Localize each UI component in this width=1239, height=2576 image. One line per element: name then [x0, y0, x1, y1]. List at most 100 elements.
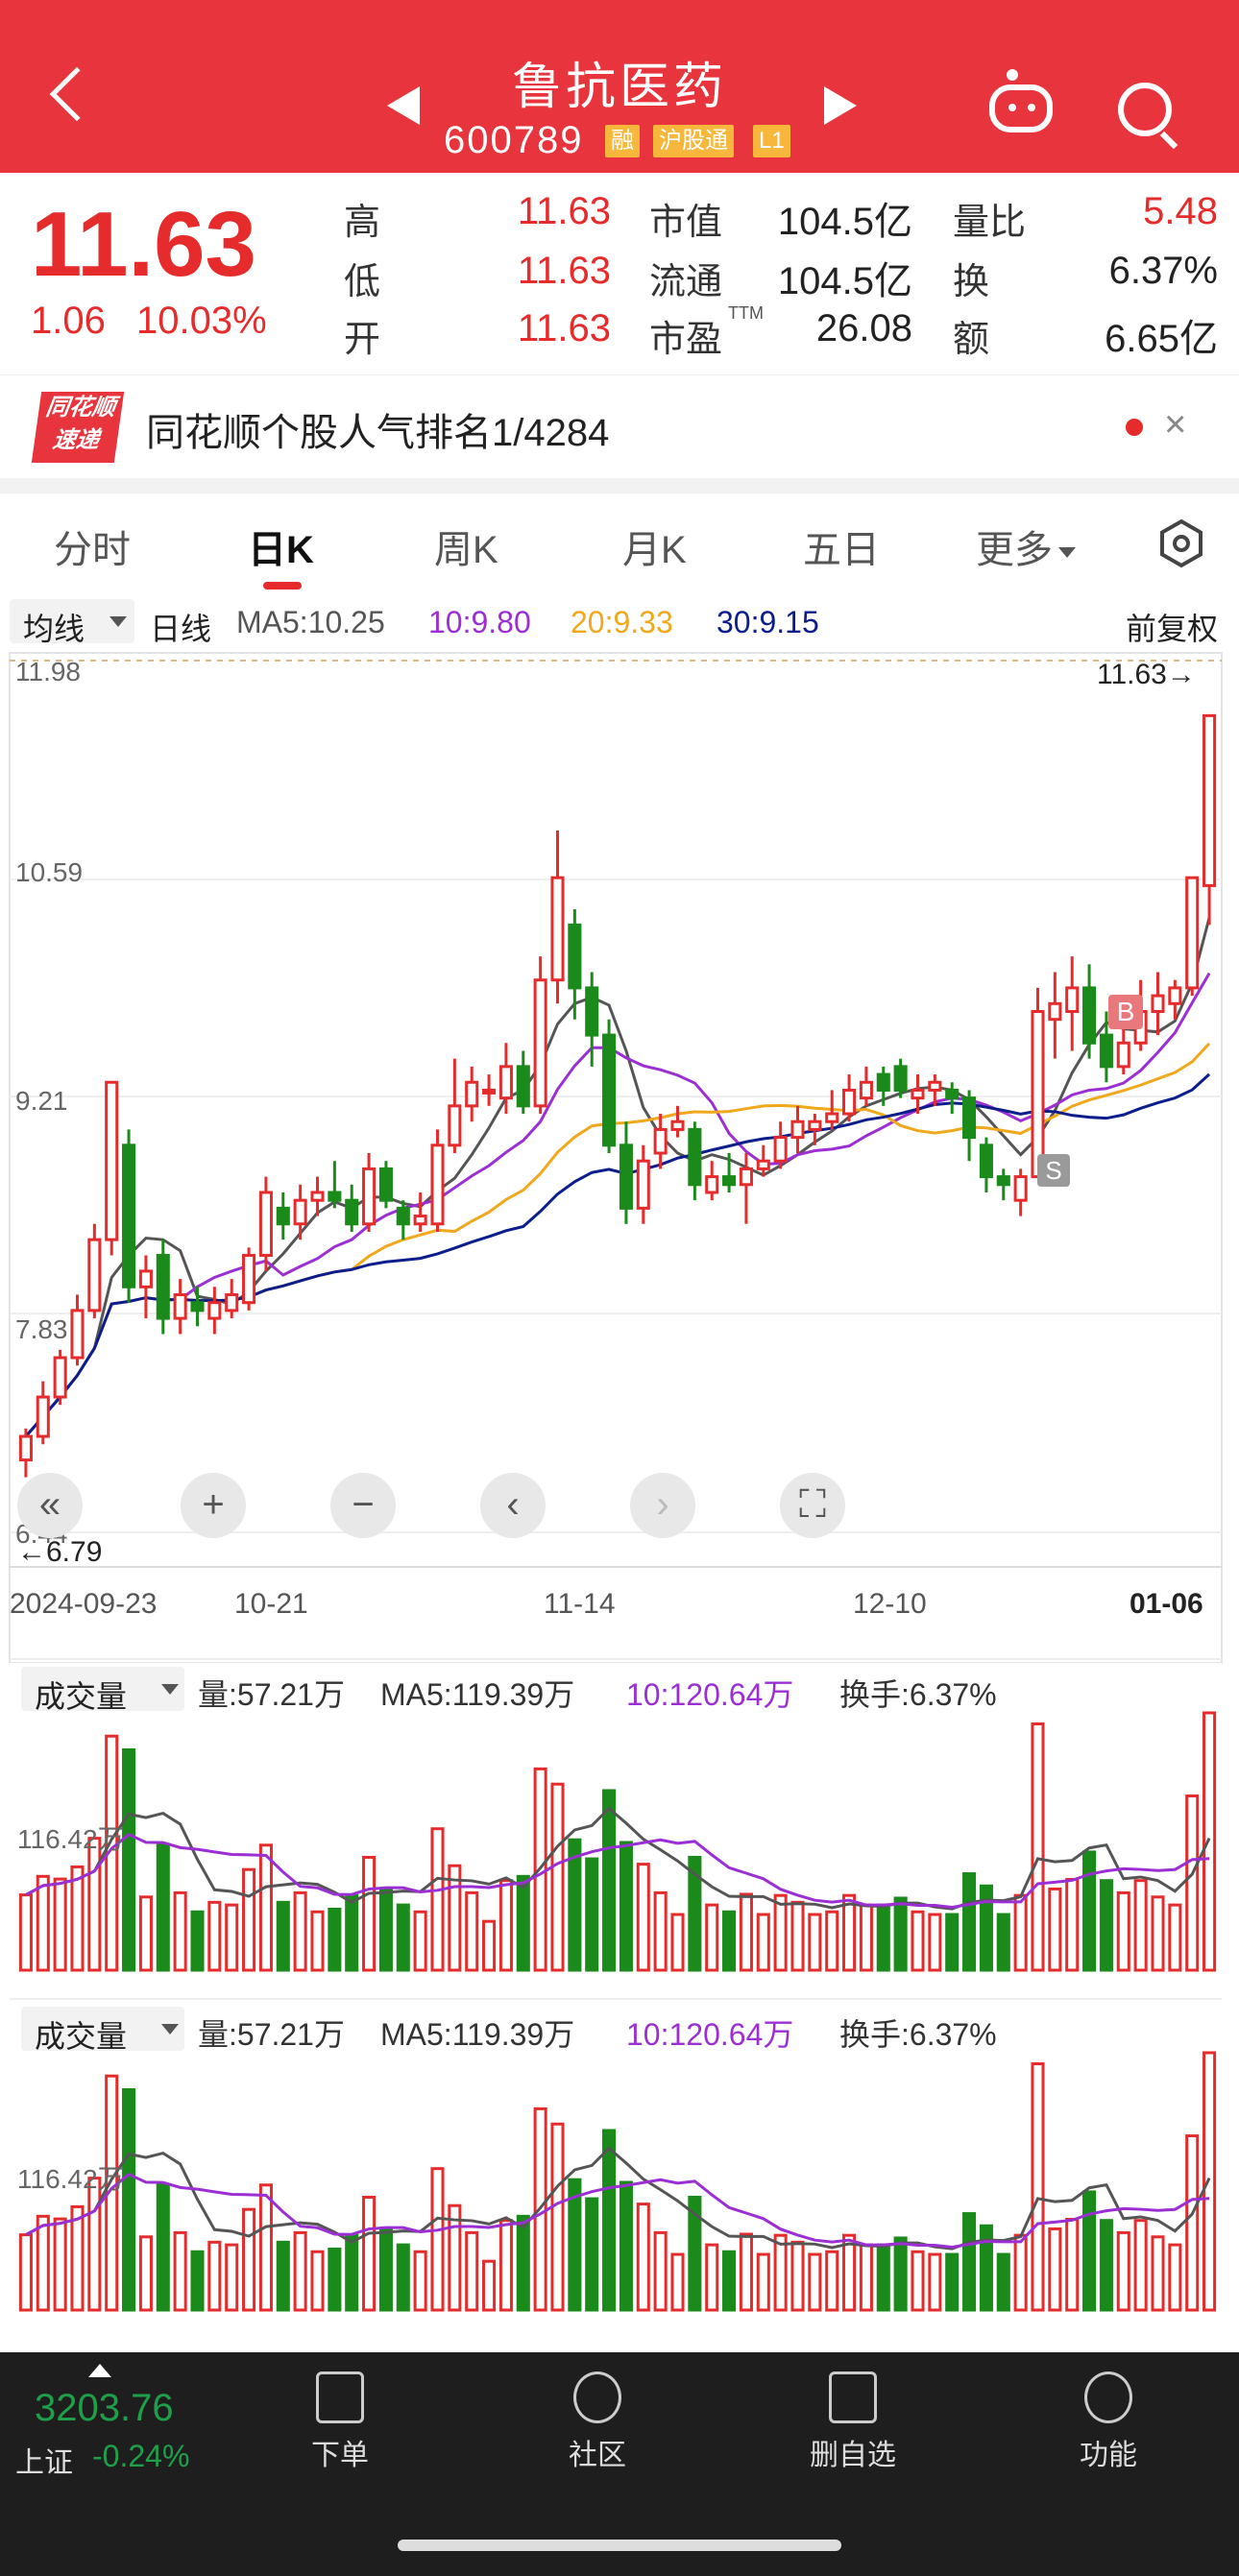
volume-bar-up — [1065, 1878, 1080, 1972]
volume-bar-up — [636, 2203, 650, 2312]
label-low: 低 — [344, 262, 381, 302]
home-indicator — [398, 2540, 841, 2551]
tab-five-day[interactable]: 五日 — [803, 518, 880, 574]
candle-down — [396, 1206, 410, 1226]
nav-remove-favorite[interactable]: 删自选 — [795, 2371, 911, 2473]
candle-up — [1065, 986, 1080, 1013]
scroll-left-icon[interactable]: ‹ — [480, 1473, 546, 1538]
candle-up — [1168, 986, 1182, 1005]
zoom-out-icon[interactable]: − — [330, 1473, 396, 1538]
volume-bar-up — [1116, 1890, 1130, 1972]
candle-down — [876, 1072, 890, 1092]
candle-up — [1116, 1041, 1130, 1069]
nav-community[interactable]: 社区 — [540, 2371, 655, 2473]
candle-down — [328, 1191, 342, 1202]
candle-down — [602, 1033, 617, 1147]
close-icon[interactable]: × — [1164, 403, 1186, 446]
volume-bar-down — [122, 1748, 136, 1972]
nav-remove-favorite-label: 删自选 — [810, 2440, 896, 2471]
candle-up — [911, 1088, 925, 1100]
candle-down — [276, 1206, 290, 1226]
next-stock-icon[interactable] — [824, 86, 857, 125]
candle-up — [87, 1238, 102, 1312]
candle-up — [756, 1159, 770, 1170]
volume-bar-down — [396, 2243, 410, 2312]
sell-marker[interactable]: S — [1037, 1154, 1070, 1187]
tab-daily-k[interactable]: 日K — [248, 518, 314, 574]
candle-up — [310, 1191, 325, 1202]
candle-up — [448, 1104, 462, 1147]
expand-up-icon[interactable] — [88, 2364, 111, 2377]
volume-bar-down — [602, 1789, 617, 1972]
volume-tick: 116.42万 — [17, 1824, 125, 1854]
fullscreen-icon[interactable]: ⛶ — [780, 1473, 845, 1538]
settings-hexagon-icon[interactable] — [1156, 518, 1206, 568]
candle-up — [1031, 1009, 1045, 1179]
volume-bar-down — [893, 1896, 908, 1972]
volume-ma10: 10:120.64万 — [626, 2017, 794, 2052]
zoom-in-icon[interactable]: + — [181, 1473, 246, 1538]
candle-down — [945, 1088, 960, 1100]
search-icon[interactable] — [1118, 83, 1172, 136]
ma-selector[interactable]: 均线 — [10, 599, 134, 646]
label-volume-ratio: 量比 — [953, 203, 1027, 243]
volume-bar-down — [1099, 2219, 1113, 2312]
nav-order[interactable]: 下单 — [282, 2371, 398, 2473]
volume-bar-down — [190, 2250, 205, 2312]
candle-up — [1013, 1175, 1028, 1202]
app-root: 鲁抗医药 600789 融 沪股通 L1 11.63 1.06 10.03% 高… — [0, 0, 1239, 2576]
turnover-rate: 换手:6.37% — [839, 1677, 997, 1712]
low-price-marker: ←6.79 — [17, 1536, 103, 1568]
tab-weekly-k[interactable]: 周K — [434, 518, 498, 574]
volume-bar-down — [945, 1913, 960, 1972]
robot-assistant-icon[interactable] — [989, 84, 1053, 132]
tag-hk-connect: 沪股通 — [653, 125, 734, 157]
candle-up — [258, 1191, 273, 1258]
x-tick-5: 01-06 — [1130, 1588, 1203, 1620]
candle-up — [842, 1088, 857, 1116]
volume-bar-down — [945, 2252, 960, 2312]
candle-down — [619, 1144, 633, 1210]
candle-down — [122, 1144, 136, 1288]
volume-bar-up — [1065, 2218, 1080, 2312]
volume-bar-up — [362, 2195, 377, 2312]
volume-ma10: 10:120.64万 — [626, 1677, 794, 1712]
banner-text[interactable]: 同花顺个股人气排名1/4284 — [146, 401, 609, 457]
volume-bar-down — [516, 1874, 530, 1972]
volume-bar-down — [378, 2227, 393, 2312]
separator — [0, 478, 1239, 494]
tab-more[interactable]: 更多 — [976, 518, 1076, 574]
rewind-icon[interactable]: « — [17, 1473, 83, 1538]
price-change: 1.06 — [31, 300, 106, 342]
volume-bar-down — [962, 2212, 977, 2312]
volume-selector-2[interactable]: 成交量 — [21, 2007, 184, 2054]
volume-bar-up — [670, 1913, 685, 1972]
volume-bar-up — [242, 1867, 256, 1972]
candle-up — [105, 1080, 119, 1241]
volume-bar-up — [430, 2167, 445, 2312]
prev-stock-icon[interactable] — [387, 86, 420, 125]
tab-intraday[interactable]: 分时 — [54, 518, 131, 574]
volume-bars-1 — [18, 1711, 1217, 1972]
volume-bar-down — [876, 2243, 890, 2312]
scroll-right-icon[interactable]: › — [630, 1473, 695, 1538]
volume-bar-up — [258, 2183, 273, 2312]
volume-bar-up — [705, 1903, 719, 1972]
nav-menu[interactable]: 功能 — [1051, 2371, 1166, 2473]
value-low: 11.63 — [517, 250, 611, 292]
nav-order-label: 下单 — [311, 2440, 369, 2471]
volume-selector-1[interactable]: 成交量 — [21, 1667, 184, 1714]
volume-bar-down — [276, 1900, 290, 1972]
volume-bar-up — [636, 1863, 650, 1972]
label-market-cap: 市值 — [649, 203, 723, 243]
volume-bar-down — [619, 2180, 633, 2312]
community-icon — [573, 2371, 621, 2423]
index-value[interactable]: 3203.76 — [35, 2387, 174, 2430]
buy-marker[interactable]: B — [1108, 995, 1143, 1029]
tab-monthly-k[interactable]: 月K — [622, 518, 687, 574]
volume-bar-up — [550, 1782, 565, 1972]
tab-more-label: 更多 — [976, 529, 1053, 571]
candle-down — [688, 1127, 702, 1187]
volume-bar-up — [705, 2243, 719, 2312]
stock-code: 600789 — [444, 119, 584, 161]
